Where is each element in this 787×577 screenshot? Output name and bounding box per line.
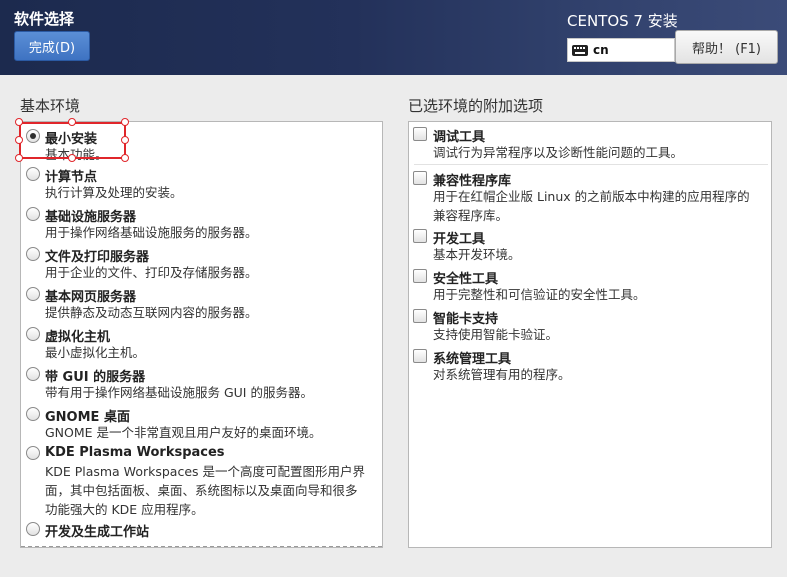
keyboard-layout-indicator[interactable]: cn [567,38,675,62]
env-radio-gnome-desktop[interactable] [26,407,40,421]
env-item-desc: 执行计算及处理的安装。 [45,185,183,200]
env-item-desc: KDE Plasma Workspaces 是一个高度可配置图形用户界 [45,464,365,479]
selection-handle [15,154,23,162]
addon-item-desc: 调试行为异常程序以及诊断性能问题的工具。 [433,145,684,160]
selection-handle [68,154,76,162]
env-item-desc: 功能强大的 KDE 应用程序。 [45,502,204,517]
addon-checkbox-security-tools[interactable] [413,269,427,283]
keyboard-icon [572,44,588,56]
done-button[interactable]: 完成(D) [14,31,90,61]
selection-handle [121,118,129,126]
env-radio-infrastructure-server[interactable] [26,207,40,221]
env-radio-virtualization-host[interactable] [26,327,40,341]
env-item-desc: GNOME 是一个非常直观且用户友好的桌面环境。 [45,425,322,440]
addon-item-desc: 用于在红帽企业版 Linux 的之前版本中构建的应用程序的 [433,189,750,204]
env-item-desc: 提供静态及动态互联网内容的服务器。 [45,305,258,320]
env-radio-server-with-gui[interactable] [26,367,40,381]
addon-item-desc: 兼容程序库。 [433,208,509,223]
env-radio-kde-plasma[interactable] [26,446,40,460]
base-environment-list[interactable]: 最小安装 基本功能。 计算节点 执行计算及处理的安装。 基础设施服务器 用于操作… [20,121,383,548]
env-radio-dev-workstation[interactable] [26,522,40,536]
addon-checkbox-dev-tools[interactable] [413,229,427,243]
selection-handle [121,136,129,144]
addon-separator [414,164,768,165]
addon-item-desc: 基本开发环境。 [433,247,521,262]
env-item-desc: 用于操作网络基础设施服务的服务器。 [45,225,258,240]
env-radio-compute-node[interactable] [26,167,40,181]
scroll-edge-indicator [21,546,382,547]
selection-handle [68,118,76,126]
env-item-desc: 用于企业的文件、打印及存储服务器。 [45,265,258,280]
env-item-name: KDE Plasma Workspaces [45,445,225,460]
env-item-desc: 面，其中包括面板、桌面、系统图标以及桌面向导和很多 [45,483,358,498]
product-title: CENTOS 7 安装 [567,12,678,30]
env-item-desc: 最小虚拟化主机。 [45,345,146,360]
selection-handle [121,154,129,162]
addon-checkbox-smart-card[interactable] [413,309,427,323]
addon-checkbox-compat-libraries[interactable] [413,171,427,185]
selection-handle [15,118,23,126]
addon-item-desc: 对系统管理有用的程序。 [433,367,571,382]
selection-handle [15,136,23,144]
addon-item-desc: 用于完整性和可信验证的安全性工具。 [433,287,646,302]
keyboard-layout-label: cn [593,43,609,57]
page-title: 软件选择 [14,10,75,28]
addon-checkbox-sysadmin-tools[interactable] [413,349,427,363]
header-bar: 软件选择 完成(D) CENTOS 7 安装 cn 帮助！ (F1) [0,0,787,75]
addon-item-desc: 支持使用智能卡验证。 [433,327,559,342]
base-environment-title: 基本环境 [20,97,81,115]
env-radio-file-print-server[interactable] [26,247,40,261]
env-item-desc: 带有用于操作网络基础设施服务 GUI 的服务器。 [45,385,313,400]
help-button[interactable]: 帮助！ (F1) [675,30,778,64]
addon-list[interactable]: 调试工具 调试行为异常程序以及诊断性能问题的工具。 兼容性程序库 用于在红帽企业… [408,121,772,548]
addon-checkbox-debug-tools[interactable] [413,127,427,141]
env-radio-web-server[interactable] [26,287,40,301]
addons-title: 已选环境的附加选项 [408,97,544,115]
